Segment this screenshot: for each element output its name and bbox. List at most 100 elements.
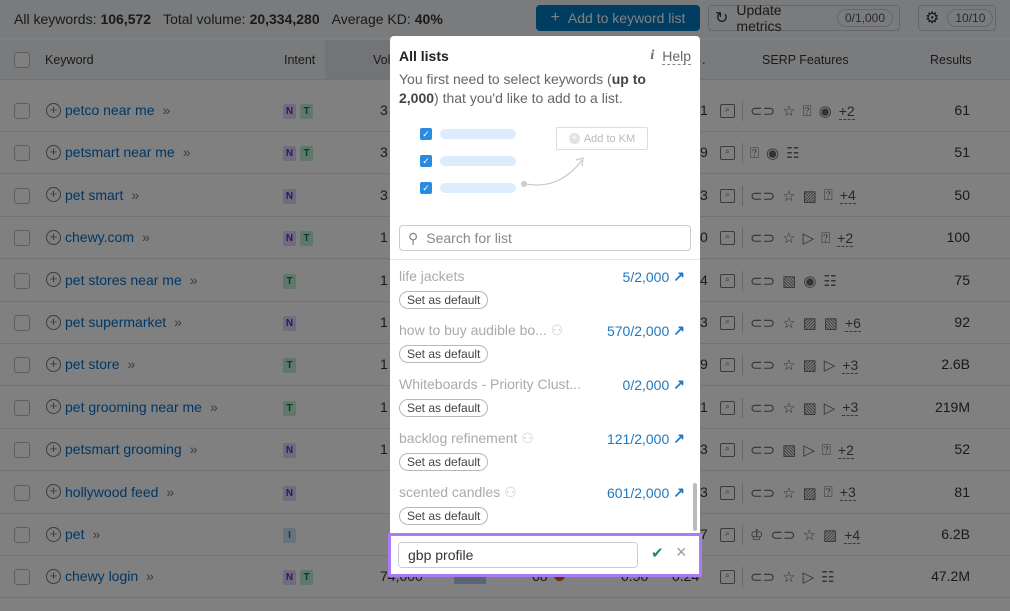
list-name-text[interactable]: life jackets (399, 268, 464, 284)
keyword-text[interactable]: pet grooming near me (65, 399, 202, 415)
serp-more[interactable]: +6 (844, 315, 861, 332)
add-circle-icon[interactable]: + (46, 272, 61, 288)
chevron-double-right-icon[interactable]: » (190, 272, 198, 288)
keyword-link[interactable]: + petsmart near me » (46, 144, 191, 160)
chevron-double-right-icon[interactable]: » (210, 399, 218, 415)
list-item[interactable]: how to buy audible bo... ⚇ 570/2,000 ↗ Se… (399, 314, 685, 368)
keyword-text[interactable]: petco near me (65, 102, 155, 118)
list-count-link[interactable]: 570/2,000 ↗ (607, 322, 685, 339)
external-link-icon[interactable]: ↗ (673, 430, 685, 447)
cancel-close-icon[interactable]: × (676, 542, 687, 563)
new-list-name-input[interactable]: gbp profile (398, 542, 638, 568)
chevron-double-right-icon[interactable]: » (174, 314, 182, 330)
list-count[interactable]: 601/2,000 (607, 485, 669, 501)
row-checkbox[interactable] (14, 103, 30, 119)
keyword-link[interactable]: + pet supermarket » (46, 314, 182, 330)
header-serp-features[interactable]: SERP Features (762, 53, 849, 67)
set-as-default-button[interactable]: Set as default (399, 345, 489, 363)
add-circle-icon[interactable]: + (46, 568, 61, 584)
row-checkbox[interactable] (14, 230, 30, 247)
list-name-text[interactable]: how to buy audible bo... (399, 322, 547, 338)
row-checkbox[interactable] (14, 187, 30, 204)
list-count[interactable]: 5/2,000 (623, 269, 670, 285)
list-item[interactable]: life jackets 5/2,000 ↗ Set as default (399, 260, 685, 314)
list-name-text[interactable]: scented candles (399, 484, 500, 500)
settings-button[interactable]: ⚙ 10/10 (918, 5, 996, 31)
list-count-link[interactable]: 5/2,000 ↗ (623, 268, 685, 285)
list-name-text[interactable]: Whiteboards - Priority Clust... (399, 376, 581, 392)
add-circle-icon[interactable]: + (46, 399, 61, 415)
keyword-link[interactable]: + hollywood feed » (46, 484, 174, 500)
row-checkbox[interactable] (14, 357, 30, 374)
chevron-double-right-icon[interactable]: » (92, 526, 100, 542)
set-as-default-button[interactable]: Set as default (399, 453, 489, 471)
serp-more[interactable]: +2 (837, 442, 854, 459)
keyword-text[interactable]: hollywood feed (65, 484, 158, 500)
serp-snapshot-icon[interactable]: ⌕ (720, 146, 735, 161)
row-checkbox[interactable] (14, 272, 30, 289)
keyword-text[interactable]: chewy login (65, 568, 138, 584)
header-com[interactable]: . (702, 53, 705, 67)
keyword-link[interactable]: + chewy.com » (46, 229, 150, 245)
add-circle-icon[interactable]: + (46, 441, 61, 457)
header-results[interactable]: Results (930, 53, 972, 67)
row-checkbox[interactable] (14, 315, 30, 331)
set-as-default-button[interactable]: Set as default (399, 291, 489, 309)
list-count[interactable]: 570/2,000 (607, 323, 669, 339)
list-name[interactable]: how to buy audible bo... ⚇ (399, 322, 563, 339)
serp-snapshot-icon[interactable]: ⌕ (720, 400, 735, 415)
list-scrollbar[interactable] (693, 483, 697, 531)
update-metrics-button[interactable]: ↻ Update metrics 0/1,000 (708, 2, 900, 34)
list-name[interactable]: life jackets (399, 268, 464, 284)
list-name[interactable]: backlog refinement ⚇ (399, 430, 534, 447)
add-circle-icon[interactable]: + (46, 187, 61, 203)
serp-snapshot-icon[interactable]: ⌕ (720, 273, 735, 288)
help-link[interactable]: i Help (650, 48, 691, 65)
row-checkbox[interactable] (14, 527, 30, 543)
set-as-default-button[interactable]: Set as default (399, 507, 489, 525)
keyword-text[interactable]: chewy.com (65, 229, 134, 245)
list-count[interactable]: 0/2,000 (623, 377, 670, 393)
list-name[interactable]: Whiteboards - Priority Clust... (399, 376, 581, 392)
list-count-link[interactable]: 0/2,000 ↗ (623, 376, 685, 393)
external-link-icon[interactable]: ↗ (673, 484, 685, 501)
row-checkbox[interactable] (14, 569, 30, 586)
keyword-link[interactable]: + petco near me » (46, 102, 170, 118)
row-checkbox[interactable] (14, 484, 30, 501)
chevron-double-right-icon[interactable]: » (183, 144, 191, 160)
chevron-double-right-icon[interactable]: » (131, 187, 139, 203)
header-intent[interactable]: Intent (284, 53, 315, 67)
serp-snapshot-icon[interactable]: ⌕ (720, 528, 735, 542)
add-circle-icon[interactable]: + (46, 144, 61, 160)
row-checkbox[interactable] (14, 145, 30, 162)
keyword-link[interactable]: + pet smart » (46, 187, 139, 203)
serp-snapshot-icon[interactable]: ⌕ (720, 231, 735, 246)
list-item[interactable]: Whiteboards - Priority Clust... 0/2,000 ↗… (399, 368, 685, 422)
list-name-text[interactable]: backlog refinement (399, 430, 517, 446)
serp-snapshot-icon[interactable]: ⌕ (720, 316, 735, 330)
external-link-icon[interactable]: ↗ (673, 268, 685, 285)
keyword-link[interactable]: + pet stores near me » (46, 272, 198, 288)
add-circle-icon[interactable]: + (46, 229, 61, 245)
list-count-link[interactable]: 601/2,000 ↗ (607, 484, 685, 501)
row-checkbox[interactable] (14, 442, 30, 459)
keyword-link[interactable]: + pet » (46, 526, 100, 542)
list-count[interactable]: 121/2,000 (607, 431, 669, 447)
serp-snapshot-icon[interactable]: ⌕ (720, 188, 735, 203)
keyword-link[interactable]: + pet store » (46, 356, 135, 372)
chevron-double-right-icon[interactable]: » (127, 356, 135, 372)
keyword-text[interactable]: pet supermarket (65, 314, 166, 330)
list-item[interactable]: scented candles ⚇ 601/2,000 ↗ Set as defa… (399, 476, 685, 530)
external-link-icon[interactable]: ↗ (673, 322, 685, 339)
set-as-default-button[interactable]: Set as default (399, 399, 489, 417)
keyword-text[interactable]: pet store (65, 356, 119, 372)
header-keyword[interactable]: Keyword (45, 53, 94, 67)
keyword-text[interactable]: petsmart near me (65, 144, 175, 160)
keyword-text[interactable]: pet smart (65, 187, 123, 203)
chevron-double-right-icon[interactable]: » (163, 102, 171, 118)
serp-more[interactable]: +4 (839, 187, 856, 205)
list-count-link[interactable]: 121/2,000 ↗ (607, 430, 685, 447)
keyword-link[interactable]: + petsmart grooming » (46, 441, 198, 457)
chevron-double-right-icon[interactable]: » (146, 568, 154, 584)
search-list-input[interactable]: ⚲ Search for list (399, 225, 691, 251)
